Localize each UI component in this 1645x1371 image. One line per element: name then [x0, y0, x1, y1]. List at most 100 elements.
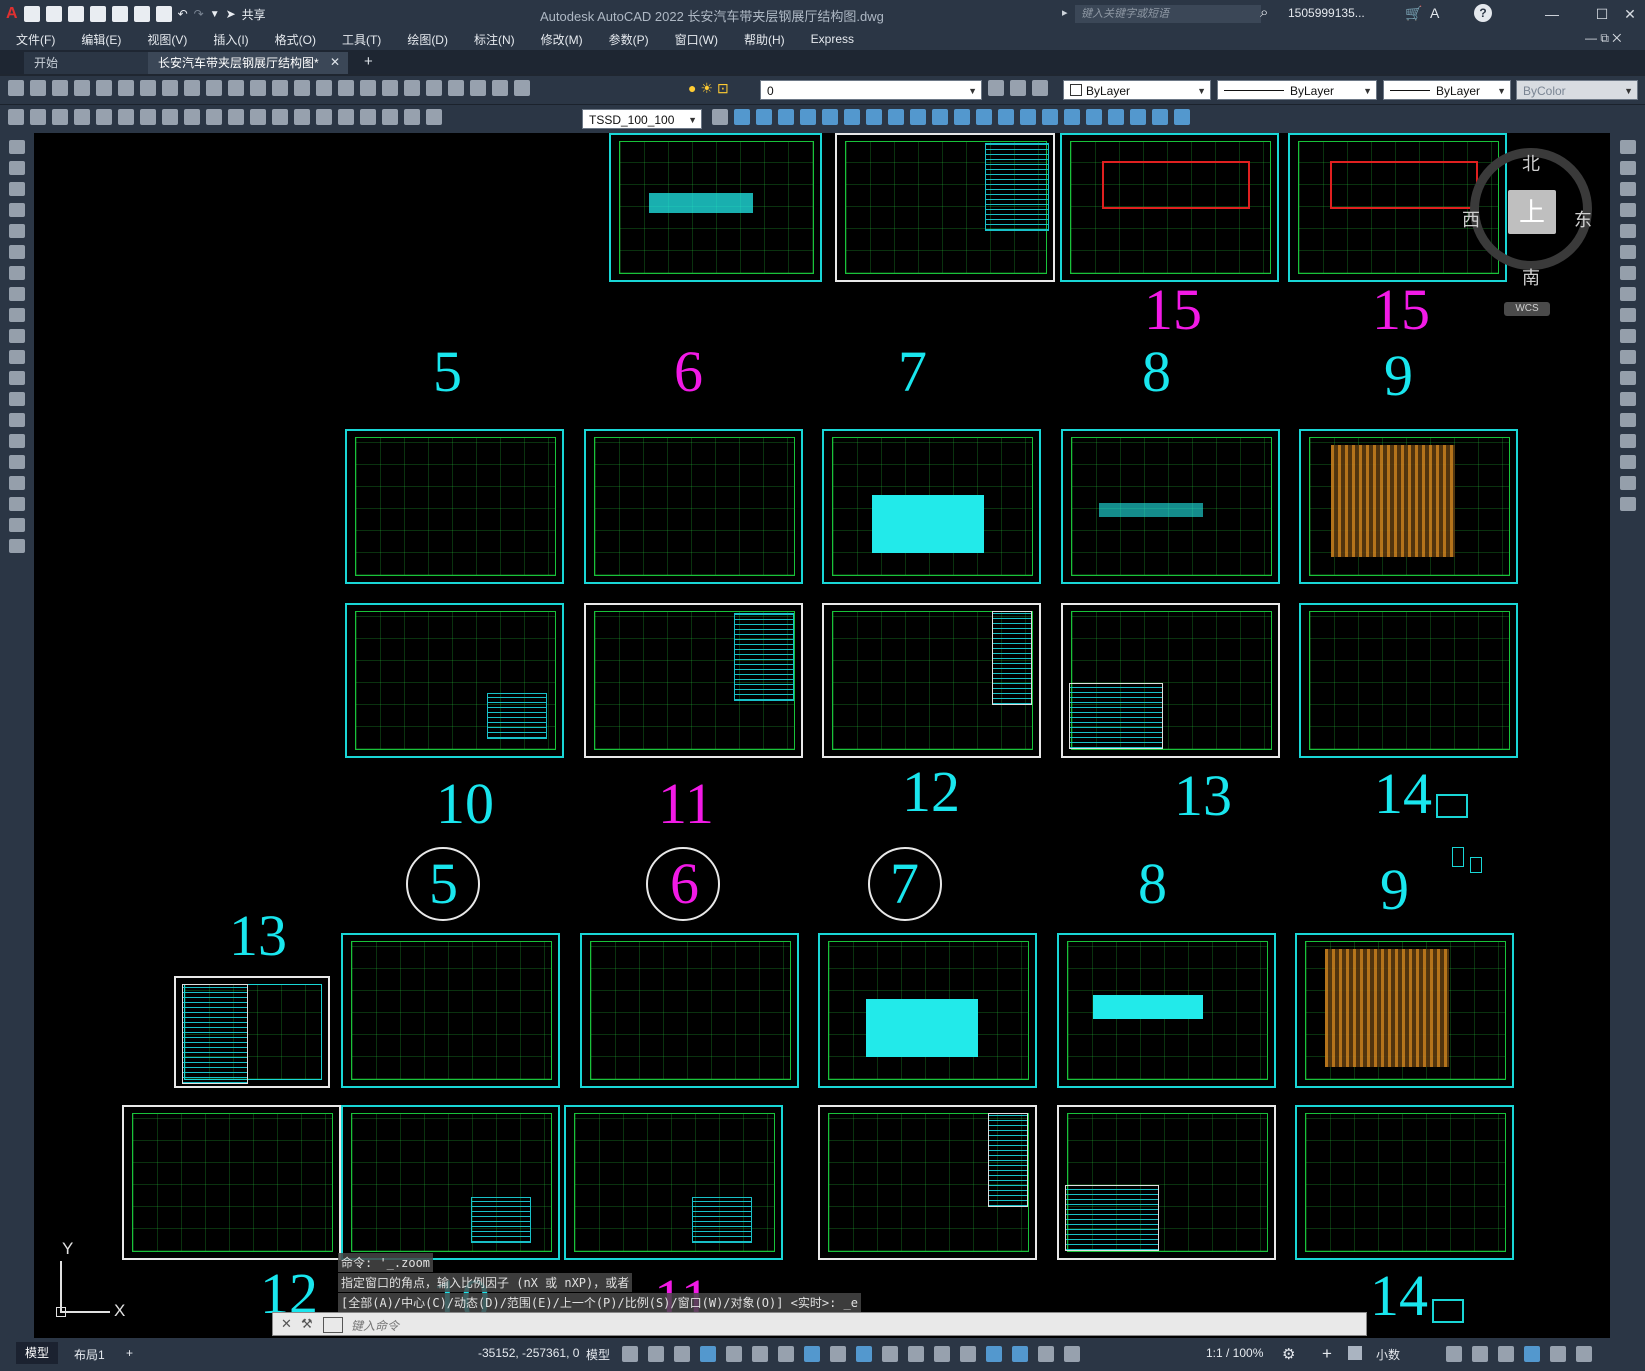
inspection-icon[interactable]: [338, 109, 354, 125]
spline-icon[interactable]: [9, 308, 25, 322]
construction-line-icon[interactable]: [9, 161, 25, 175]
join-icon[interactable]: [1619, 413, 1636, 427]
plotstyle-dropdown[interactable]: ByColor ▼: [1516, 80, 1638, 100]
minimize-button[interactable]: —: [1540, 4, 1564, 24]
add-layout-button[interactable]: +: [126, 1346, 133, 1360]
mirror-icon[interactable]: [1619, 182, 1636, 196]
drawing-sheet[interactable]: [822, 429, 1041, 584]
user-account[interactable]: 1505999135...: [1288, 6, 1365, 20]
markup-icon[interactable]: [448, 80, 464, 96]
drawing-sheet[interactable]: [174, 976, 330, 1088]
zoom-previous-icon[interactable]: [338, 80, 354, 96]
annotation-scale-icon[interactable]: [1064, 1346, 1080, 1362]
array-icon[interactable]: [1619, 224, 1636, 238]
ellipse-arc-icon[interactable]: [9, 350, 25, 364]
tab-close-icon[interactable]: ✕: [330, 55, 340, 69]
thumbnail-sheet[interactable]: [1432, 1299, 1464, 1323]
mirror-icon[interactable]: [778, 109, 794, 125]
redo-icon[interactable]: ↷: [194, 7, 204, 21]
menu-dimension[interactable]: 标注(N): [461, 31, 528, 48]
drawing-sheet[interactable]: [822, 603, 1041, 758]
plot-icon[interactable]: [74, 80, 90, 96]
expand-arrow-icon[interactable]: ▸: [1062, 6, 1068, 19]
drawing-sheet[interactable]: [1299, 429, 1518, 584]
rotate-icon[interactable]: [1619, 266, 1636, 280]
drawing-sheet[interactable]: [580, 933, 799, 1088]
new-icon[interactable]: [23, 6, 40, 22]
grid-icon[interactable]: [622, 1346, 638, 1362]
extend-icon[interactable]: [1619, 350, 1636, 364]
revision-cloud-icon[interactable]: [9, 287, 25, 301]
break-icon[interactable]: [976, 109, 992, 125]
lineweight-dropdown[interactable]: ByLayer ▼: [1383, 80, 1511, 100]
extend-icon[interactable]: [954, 109, 970, 125]
explode-icon[interactable]: [1064, 109, 1080, 125]
rotate-icon[interactable]: [866, 109, 882, 125]
help-icon[interactable]: [492, 80, 508, 96]
drawing-sheet[interactable]: [584, 429, 803, 584]
wrench-icon[interactable]: ⚒: [301, 1316, 313, 1332]
menu-insert[interactable]: 插入(I): [200, 31, 261, 48]
array-icon[interactable]: [822, 109, 838, 125]
workspace-icon[interactable]: [1348, 1346, 1362, 1360]
close-icon[interactable]: ✕: [281, 1316, 292, 1332]
edit-icon[interactable]: [1152, 109, 1168, 125]
angular-dim-icon[interactable]: [162, 109, 178, 125]
gradient-icon[interactable]: [9, 455, 25, 469]
tolerance-icon[interactable]: [294, 109, 310, 125]
drawing-sheet[interactable]: [564, 1105, 783, 1260]
hatch-icon[interactable]: [9, 434, 25, 448]
drawing-sheet[interactable]: [818, 933, 1037, 1088]
search-input[interactable]: 键入关键字或短语: [1075, 5, 1261, 23]
model-space-toggle[interactable]: 模型: [586, 1346, 610, 1363]
plus-icon[interactable]: +: [1322, 1344, 1332, 1364]
maximize-button[interactable]: ☐: [1590, 4, 1614, 24]
drawing-sheet[interactable]: [1057, 1105, 1276, 1260]
thumbnail-sheet[interactable]: [1436, 794, 1468, 818]
sheet-set-icon[interactable]: [426, 80, 442, 96]
menu-draw[interactable]: 绘图(D): [394, 31, 461, 48]
region-icon[interactable]: [9, 476, 25, 490]
units-selector[interactable]: 小数: [1376, 1346, 1400, 1363]
point-icon[interactable]: [9, 413, 25, 427]
paste-icon[interactable]: [184, 80, 200, 96]
tab-start[interactable]: 开始: [24, 52, 154, 74]
plot-icon[interactable]: [155, 6, 172, 22]
chamfer-icon[interactable]: [1619, 434, 1636, 448]
drawing-sheet[interactable]: [1057, 933, 1276, 1088]
linear-dim-icon[interactable]: [8, 109, 24, 125]
jogged-linear-icon[interactable]: [360, 109, 376, 125]
autodesk-app-icon[interactable]: A: [1430, 5, 1439, 21]
isodraft-icon[interactable]: [726, 1346, 742, 1362]
layer-previous-icon[interactable]: [1010, 80, 1026, 96]
menu-file[interactable]: 文件(F): [0, 31, 68, 48]
properties-icon[interactable]: [360, 80, 376, 96]
lineweight-icon[interactable]: [830, 1346, 846, 1362]
menu-modify[interactable]: 修改(M): [528, 31, 596, 48]
drawing-sheet[interactable]: [345, 603, 564, 758]
drawing-sheet[interactable]: [1061, 603, 1280, 758]
break-at-point-icon[interactable]: [1619, 371, 1636, 385]
undo-icon[interactable]: [228, 80, 244, 96]
color-dropdown[interactable]: ByLayer ▼: [1063, 80, 1211, 100]
hatch-edit-icon[interactable]: [1174, 109, 1190, 125]
new-tab-button[interactable]: +: [364, 53, 373, 70]
move-icon[interactable]: [844, 109, 860, 125]
match-properties-icon[interactable]: [206, 80, 222, 96]
polygon-icon[interactable]: [9, 203, 25, 217]
gear-icon[interactable]: ⚙: [1282, 1345, 1295, 1363]
hardware-acceleration-icon[interactable]: [1524, 1346, 1540, 1362]
fillet-icon[interactable]: [1042, 109, 1058, 125]
diameter-dim-icon[interactable]: [140, 109, 156, 125]
draworder-icon[interactable]: [1086, 109, 1102, 125]
command-prompt-icon[interactable]: [323, 1317, 343, 1333]
quick-dim-icon[interactable]: [184, 109, 200, 125]
line-icon[interactable]: [9, 140, 25, 154]
drawing-sheet[interactable]: [818, 1105, 1037, 1260]
design-center-icon[interactable]: [382, 80, 398, 96]
copy-object-icon[interactable]: [1619, 161, 1636, 175]
layer-dropdown[interactable]: 0 ▼: [760, 80, 982, 100]
trim-icon[interactable]: [1619, 329, 1636, 343]
annotation-visibility-icon[interactable]: [1012, 1346, 1028, 1362]
coordinate-readout[interactable]: -35152, -257361, 0: [478, 1346, 579, 1360]
